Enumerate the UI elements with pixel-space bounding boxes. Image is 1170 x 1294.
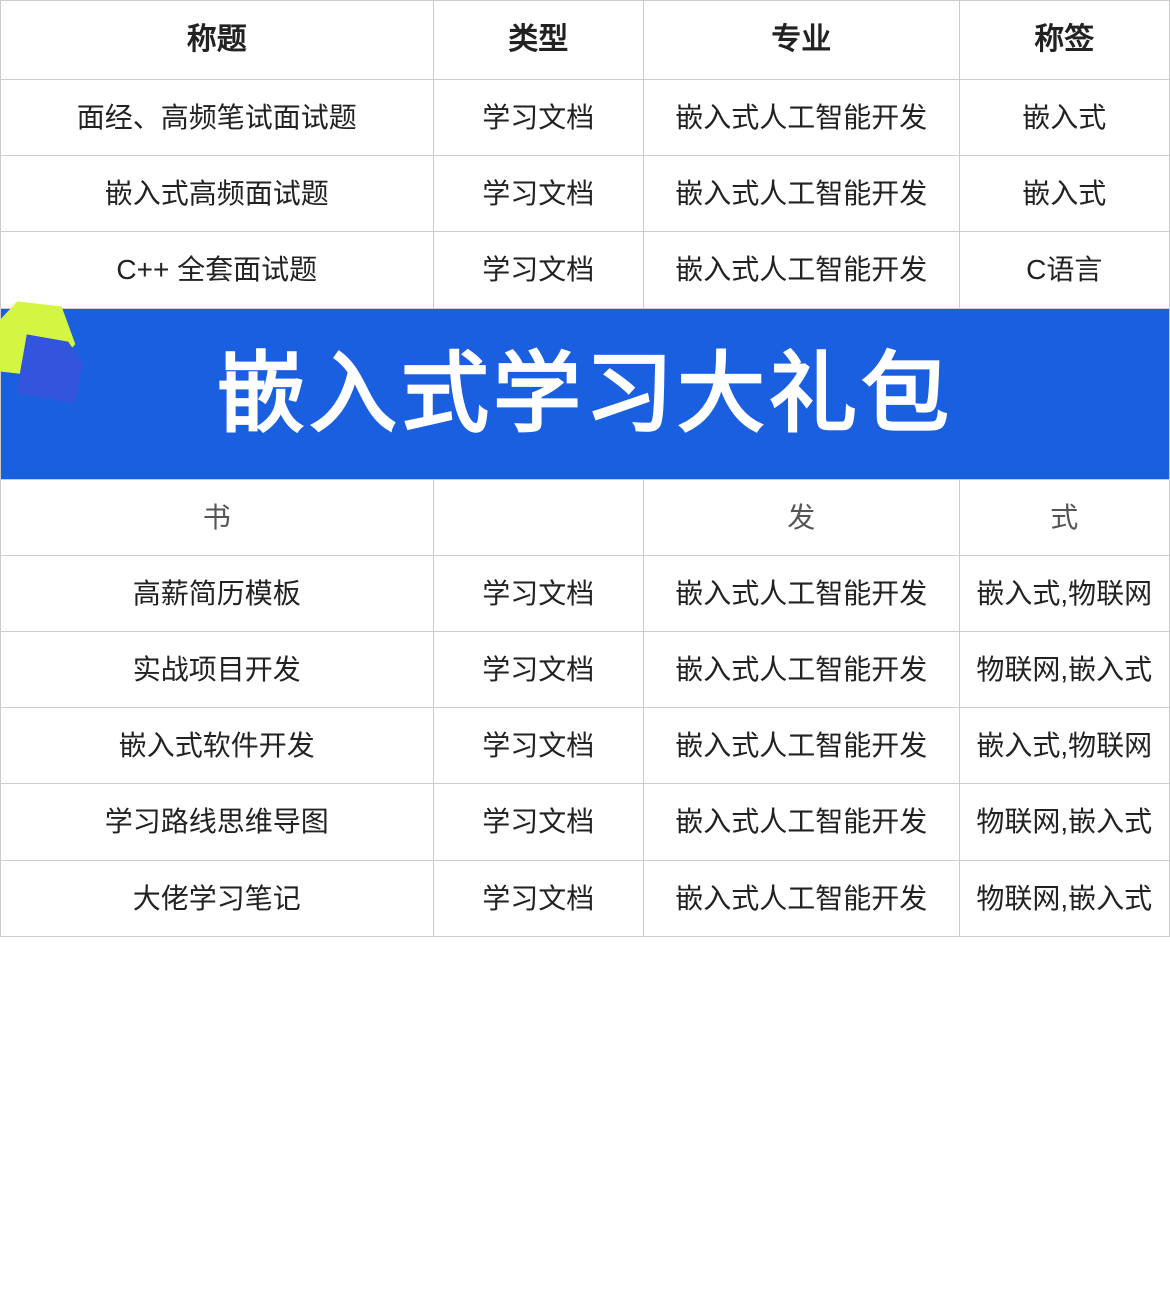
cell-title: 嵌入式软件开发 (1, 708, 434, 784)
table-row: C++ 全套面试题学习文档嵌入式人工智能开发C语言 (1, 232, 1170, 308)
cell-tag: 物联网,嵌入式 (959, 784, 1169, 860)
cell-tag: C语言 (959, 232, 1169, 308)
table-row: 高薪简历模板学习文档嵌入式人工智能开发嵌入式,物联网 (1, 555, 1170, 631)
cell-type: 学习文档 (433, 555, 643, 631)
cell-title: 高薪简历模板 (1, 555, 434, 631)
cell-title: 大佬学习笔记 (1, 860, 434, 936)
table-row: 学习路线思维导图学习文档嵌入式人工智能开发物联网,嵌入式 (1, 784, 1170, 860)
cell-tag: 嵌入式 (959, 156, 1169, 232)
header-tag: 称签 (959, 1, 1169, 80)
cell-type: 学习文档 (433, 860, 643, 936)
cell-type: 学习文档 (433, 708, 643, 784)
cell-tag: 嵌入式,物联网 (959, 555, 1169, 631)
cell-tag: 物联网,嵌入式 (959, 860, 1169, 936)
cell-major: 嵌入式人工智能开发 (643, 156, 959, 232)
header-major: 专业 (643, 1, 959, 80)
cell-title: 嵌入式高频面试题 (1, 156, 434, 232)
cell-major: 嵌入式人工智能开发 (643, 784, 959, 860)
cell-type: 学习文档 (433, 232, 643, 308)
cell-title: 学习路线思维导图 (1, 784, 434, 860)
table-row: 嵌入式软件开发学习文档嵌入式人工智能开发嵌入式,物联网 (1, 708, 1170, 784)
table-row: 大佬学习笔记学习文档嵌入式人工智能开发物联网,嵌入式 (1, 860, 1170, 936)
table-row: 面经、高频笔试面试题学习文档嵌入式人工智能开发嵌入式 (1, 80, 1170, 156)
header-type: 类型 (433, 1, 643, 80)
banner-row: 嵌入式学习大礼包 (1, 308, 1170, 479)
cell-title: C++ 全套面试题 (1, 232, 434, 308)
header-row: 称题 类型 专业 称签 (1, 1, 1170, 80)
cell-major: 嵌入式人工智能开发 (643, 631, 959, 707)
main-container: 称题 类型 专业 称签 面经、高频笔试面试题学习文档嵌入式人工智能开发嵌入式嵌入… (0, 0, 1170, 937)
cell-type: 学习文档 (433, 156, 643, 232)
cell-title: 书 (1, 479, 434, 555)
cell-major: 发 (643, 479, 959, 555)
cell-tag: 式 (959, 479, 1169, 555)
partial-table-row: 书 发式 (1, 479, 1170, 555)
header-title: 称题 (1, 1, 434, 80)
table-row: 嵌入式高频面试题学习文档嵌入式人工智能开发嵌入式 (1, 156, 1170, 232)
cell-type (433, 479, 643, 555)
cell-title: 面经、高频笔试面试题 (1, 80, 434, 156)
cell-major: 嵌入式人工智能开发 (643, 80, 959, 156)
cell-tag: 嵌入式 (959, 80, 1169, 156)
table-row: 实战项目开发学习文档嵌入式人工智能开发物联网,嵌入式 (1, 631, 1170, 707)
content-table: 称题 类型 专业 称签 面经、高频笔试面试题学习文档嵌入式人工智能开发嵌入式嵌入… (0, 0, 1170, 937)
cell-tag: 嵌入式,物联网 (959, 708, 1169, 784)
cell-type: 学习文档 (433, 631, 643, 707)
cell-major: 嵌入式人工智能开发 (643, 555, 959, 631)
cell-major: 嵌入式人工智能开发 (643, 860, 959, 936)
cell-type: 学习文档 (433, 80, 643, 156)
cell-tag: 物联网,嵌入式 (959, 631, 1169, 707)
cell-major: 嵌入式人工智能开发 (643, 232, 959, 308)
cell-type: 学习文档 (433, 784, 643, 860)
cell-major: 嵌入式人工智能开发 (643, 708, 959, 784)
banner-text: 嵌入式学习大礼包 (217, 332, 953, 455)
cell-title: 实战项目开发 (1, 631, 434, 707)
